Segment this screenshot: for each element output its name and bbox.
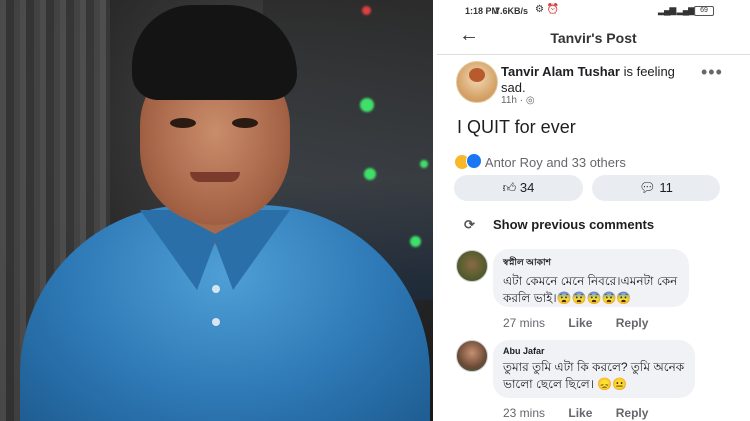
comment-like-link[interactable]: Like bbox=[568, 316, 592, 330]
light-dot bbox=[420, 160, 428, 168]
reactions-summary[interactable]: Antor Roy and 33 others bbox=[455, 153, 626, 170]
author-name[interactable]: Tanvir Alam Tushar bbox=[501, 64, 620, 79]
comment-text-line: করলি ভাই।😨😨😨😨😨 bbox=[503, 291, 632, 305]
person-eye-left bbox=[170, 118, 196, 128]
like-reaction-icon bbox=[466, 153, 482, 169]
commenter-avatar[interactable] bbox=[456, 340, 488, 372]
comment-bubble: স্বপ্নীল আকাশ এটা কেমনে মেনে নিবরে।এমনটা… bbox=[493, 249, 689, 307]
profile-photo bbox=[0, 0, 433, 421]
post-time[interactable]: 11h bbox=[501, 95, 517, 106]
comment-icon: 💬︎ bbox=[639, 180, 656, 195]
person-mouth bbox=[190, 172, 240, 182]
comment-time: 23 mins bbox=[503, 406, 546, 420]
commenter-avatar[interactable] bbox=[456, 250, 488, 282]
light-dot bbox=[410, 236, 421, 247]
author-avatar[interactable] bbox=[456, 61, 498, 103]
commenter-name[interactable]: Abu Jafar bbox=[503, 346, 685, 356]
status-time: 1:18 PM bbox=[465, 6, 500, 16]
page-title: Tanvir's Post bbox=[550, 30, 637, 46]
light-dot bbox=[360, 98, 374, 112]
status-speed: 7.6KB/s bbox=[495, 6, 529, 16]
comment-reply-link[interactable]: Reply bbox=[616, 406, 649, 420]
globe-icon: ◎ bbox=[525, 95, 535, 106]
like-button[interactable]: 👍︎ 34 bbox=[454, 175, 583, 201]
show-previous-label: Show previous comments bbox=[493, 217, 655, 232]
signal-icon: ▂▄▆ ▂▄▆ bbox=[658, 5, 695, 15]
comment-bubble: Abu Jafar তুমার তুমি এটা কি করলে? তুমি অ… bbox=[493, 340, 695, 398]
status-icons: ⚙ ⏰ bbox=[535, 4, 560, 15]
more-options-icon[interactable]: ••• bbox=[701, 62, 723, 83]
comment-like-link[interactable]: Like bbox=[568, 406, 592, 420]
person-eye-right bbox=[232, 118, 258, 128]
show-previous-comments[interactable]: ⟳ Show previous comments bbox=[464, 217, 655, 232]
comment-text-line: তুমার তুমি এটা কি করলে? তুমি অনেক bbox=[503, 360, 685, 374]
comment-button[interactable]: 💬︎ 11 bbox=[592, 175, 720, 201]
facebook-post-screen: 1:18 PM 7.6KB/s ⚙ ⏰ ▂▄▆ ▂▄▆ 69 ← Tanvir'… bbox=[437, 0, 750, 421]
like-count: 34 bbox=[519, 180, 535, 195]
post-meta: 11h · ◎ bbox=[501, 95, 535, 106]
shirt-button bbox=[212, 285, 220, 293]
comment-actions: 27 mins Like Reply bbox=[503, 316, 668, 330]
refresh-icon: ⟳ bbox=[464, 217, 475, 232]
shirt-button bbox=[212, 318, 220, 326]
battery-icon: 69 bbox=[694, 6, 714, 16]
comment-text-line: ভালো ছেলে ছিলে। 😞😐 bbox=[503, 377, 628, 391]
comment-reply-link[interactable]: Reply bbox=[616, 316, 649, 330]
comment-actions: 23 mins Like Reply bbox=[503, 406, 668, 420]
thumbs-up-icon: 👍︎ bbox=[502, 180, 517, 195]
reactions-text: Antor Roy and 33 others bbox=[484, 155, 626, 170]
top-nav: ← Tanvir's Post bbox=[437, 22, 750, 55]
comment-time: 27 mins bbox=[503, 316, 546, 330]
status-bar: 1:18 PM 7.6KB/s ⚙ ⏰ ▂▄▆ ▂▄▆ 69 bbox=[437, 0, 750, 22]
post-header: Tanvir Alam Tushar is feeling sad. bbox=[501, 64, 691, 96]
post-text: I QUIT for ever bbox=[457, 117, 576, 137]
commenter-name[interactable]: স্বপ্নীল আকাশ bbox=[503, 255, 679, 270]
light-dot bbox=[362, 6, 371, 15]
comment-text-line: এটা কেমনে মেনে নিবরে।এমনটা কেন bbox=[503, 274, 678, 288]
comment-count: 11 bbox=[659, 180, 673, 195]
light-dot bbox=[364, 168, 376, 180]
